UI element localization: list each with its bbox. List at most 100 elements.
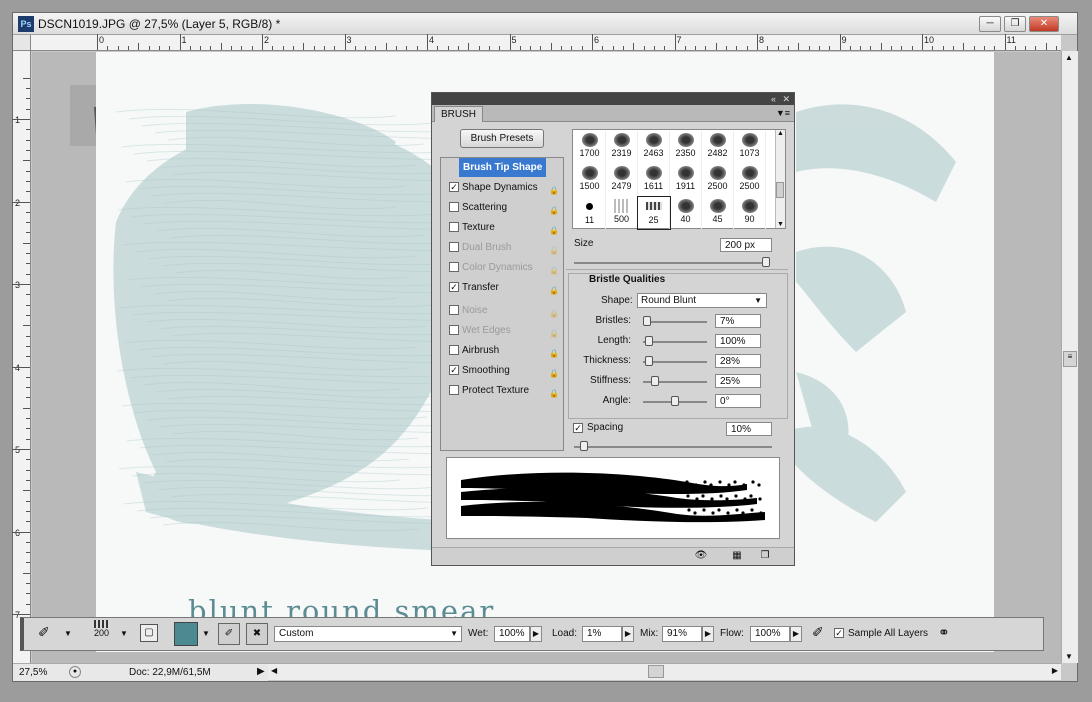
mixer-brush-tool-icon[interactable]: ✐ xyxy=(38,624,50,641)
option-checkbox[interactable] xyxy=(449,325,459,335)
brush-tip-cell[interactable]: 11 xyxy=(574,197,606,229)
grid-scroll-up-icon[interactable]: ▲ xyxy=(776,130,785,137)
brush-size-picker[interactable]: 200 xyxy=(94,620,110,638)
h-scroll-thumb[interactable] xyxy=(648,665,664,678)
new-brush-icon[interactable]: ❐ xyxy=(758,550,772,562)
clean-brush-icon[interactable]: ✖ xyxy=(246,623,268,645)
swatch-menu-arrow-icon[interactable]: ▼ xyxy=(202,629,210,638)
tool-preset-arrow-icon[interactable]: ▼ xyxy=(64,629,72,638)
option-checkbox[interactable]: ✓ xyxy=(449,282,459,292)
status-info-icon[interactable]: ● xyxy=(69,666,81,678)
option-checkbox[interactable] xyxy=(449,202,459,212)
brush-option-shape-dynamics[interactable]: ✓ Shape Dynamics 🔒 xyxy=(441,178,563,197)
load-brush-icon[interactable]: ✐ xyxy=(218,623,240,645)
toggle-brush-panel-icon[interactable]: ▢ xyxy=(140,624,158,642)
scroll-up-icon[interactable]: ▲ xyxy=(1065,53,1073,62)
grid-view-icon[interactable]: ▦ xyxy=(730,550,744,562)
brush-tip-cell[interactable]: 1611 xyxy=(638,164,670,196)
restore-button[interactable]: ❐ xyxy=(1004,16,1026,32)
param-slider-handle[interactable] xyxy=(645,356,654,366)
vertical-ruler[interactable]: 1234567 xyxy=(12,51,31,663)
brush-option-transfer[interactable]: ✓ Transfer 🔒 xyxy=(441,278,563,297)
horizontal-ruler[interactable]: 0 1 2 3 4 5 6 7 8 9 10 11 xyxy=(31,34,1061,51)
brush-tip-cell[interactable]: 2500 xyxy=(734,164,766,196)
brush-option-airbrush[interactable]: Airbrush 🔒 xyxy=(441,341,563,360)
size-slider[interactable] xyxy=(574,262,770,264)
mix-field[interactable]: 91% xyxy=(662,626,702,642)
param-field[interactable]: 100% xyxy=(715,334,761,348)
option-checkbox[interactable] xyxy=(449,345,459,355)
brush-option-texture[interactable]: Texture 🔒 xyxy=(441,218,563,237)
panel-close-icon[interactable]: ✕ xyxy=(782,93,790,105)
size-field[interactable]: 200 px xyxy=(720,238,772,252)
brush-option-color-dynamics[interactable]: Color Dynamics 🔒 xyxy=(441,258,563,277)
spacing-field[interactable]: 10% xyxy=(726,422,772,436)
grid-scroll-thumb[interactable] xyxy=(776,182,784,198)
panel-menu-icon[interactable]: ▼≡ xyxy=(776,108,790,118)
brush-tip-cell[interactable]: 90 xyxy=(734,197,766,229)
brush-option-dual-brush[interactable]: Dual Brush 🔒 xyxy=(441,238,563,257)
scroll-right-icon[interactable]: ▶ xyxy=(1052,666,1058,675)
lock-icon[interactable]: 🔒 xyxy=(549,384,559,403)
option-checkbox[interactable] xyxy=(449,262,459,272)
brush-tip-cell[interactable]: 1073 xyxy=(734,131,766,163)
option-checkbox[interactable]: ✓ xyxy=(449,365,459,375)
close-button[interactable]: ✕ xyxy=(1029,16,1059,32)
pressure-size-icon[interactable]: ⚭ xyxy=(938,624,950,641)
brush-option-scattering[interactable]: Scattering 🔒 xyxy=(441,198,563,217)
brush-option-smoothing[interactable]: ✓ Smoothing 🔒 xyxy=(441,361,563,380)
current-brush-load-swatch[interactable] xyxy=(174,622,198,646)
brush-tip-cell[interactable]: 2500 xyxy=(702,164,734,196)
grid-scroll-down-icon[interactable]: ▼ xyxy=(776,221,785,228)
load-arrow-icon[interactable]: ▶ xyxy=(622,626,634,642)
spacing-checkbox[interactable]: ✓ xyxy=(573,423,583,433)
spacing-slider-handle[interactable] xyxy=(579,441,588,451)
param-slider-handle[interactable] xyxy=(643,316,652,326)
scroll-down-icon[interactable]: ▼ xyxy=(1065,652,1073,661)
shape-select[interactable]: Round Blunt ▼ xyxy=(637,293,767,308)
flow-field[interactable]: 100% xyxy=(750,626,790,642)
param-slider-handle[interactable] xyxy=(671,396,679,406)
brush-tip-cell[interactable]: 2479 xyxy=(606,164,638,196)
horizontal-scrollbar[interactable]: ◀ ▶ xyxy=(268,663,1061,680)
option-checkbox[interactable] xyxy=(449,385,459,395)
param-slider-handle[interactable] xyxy=(650,376,659,386)
brush-tip-cell[interactable]: 1500 xyxy=(574,164,606,196)
panel-header[interactable]: « ✕ xyxy=(432,93,794,105)
collapse-icon[interactable]: « xyxy=(771,93,776,105)
scroll-thumb[interactable]: ≡ xyxy=(1063,351,1077,367)
brush-tip-cell[interactable]: 45 xyxy=(702,197,734,229)
spacing-slider[interactable] xyxy=(574,446,772,448)
tab-brush[interactable]: BRUSH xyxy=(434,106,484,122)
brush-option-brush-tip-shape[interactable]: Brush Tip Shape xyxy=(441,158,563,177)
sample-all-layers-checkbox[interactable]: ✓ xyxy=(834,628,844,638)
brush-tip-cell[interactable]: 2463 xyxy=(638,131,670,163)
minimize-button[interactable]: ─ xyxy=(979,16,1001,32)
scroll-left-icon[interactable]: ◀ xyxy=(271,666,277,675)
brush-option-wet-edges[interactable]: Wet Edges 🔒 xyxy=(441,321,563,340)
brush-tip-cell[interactable]: 2482 xyxy=(702,131,734,163)
flow-arrow-icon[interactable]: ▶ xyxy=(790,626,802,642)
param-field[interactable]: 25% xyxy=(715,374,761,388)
toggle-live-tip-preview-icon[interactable]: 👁 xyxy=(694,550,708,562)
brush-option-noise[interactable]: Noise 🔒 xyxy=(441,301,563,320)
param-slider[interactable] xyxy=(643,321,707,323)
mix-arrow-icon[interactable]: ▶ xyxy=(702,626,714,642)
param-field[interactable]: 28% xyxy=(715,354,761,368)
option-checkbox[interactable] xyxy=(449,222,459,232)
status-menu-arrow-icon[interactable]: ▶ xyxy=(257,666,265,677)
param-field[interactable]: 0° xyxy=(715,394,761,408)
lock-icon[interactable]: 🔒 xyxy=(549,281,559,300)
zoom-level[interactable]: 27,5% xyxy=(19,667,47,678)
brush-tip-cell[interactable]: 1911 xyxy=(670,164,702,196)
vertical-scrollbar[interactable]: ▲ ≡ ▼ xyxy=(1061,51,1078,663)
size-slider-handle[interactable] xyxy=(762,257,771,267)
brush-tip-cell[interactable]: 25 xyxy=(637,196,671,230)
brush-picker-arrow-icon[interactable]: ▼ xyxy=(120,629,128,638)
param-field[interactable]: 7% xyxy=(715,314,761,328)
brush-tip-cell[interactable]: 40 xyxy=(670,197,702,229)
brush-tip-cell[interactable]: 500 xyxy=(606,197,638,229)
option-checkbox[interactable]: ✓ xyxy=(449,182,459,192)
option-checkbox[interactable] xyxy=(449,242,459,252)
param-slider-handle[interactable] xyxy=(645,336,654,346)
